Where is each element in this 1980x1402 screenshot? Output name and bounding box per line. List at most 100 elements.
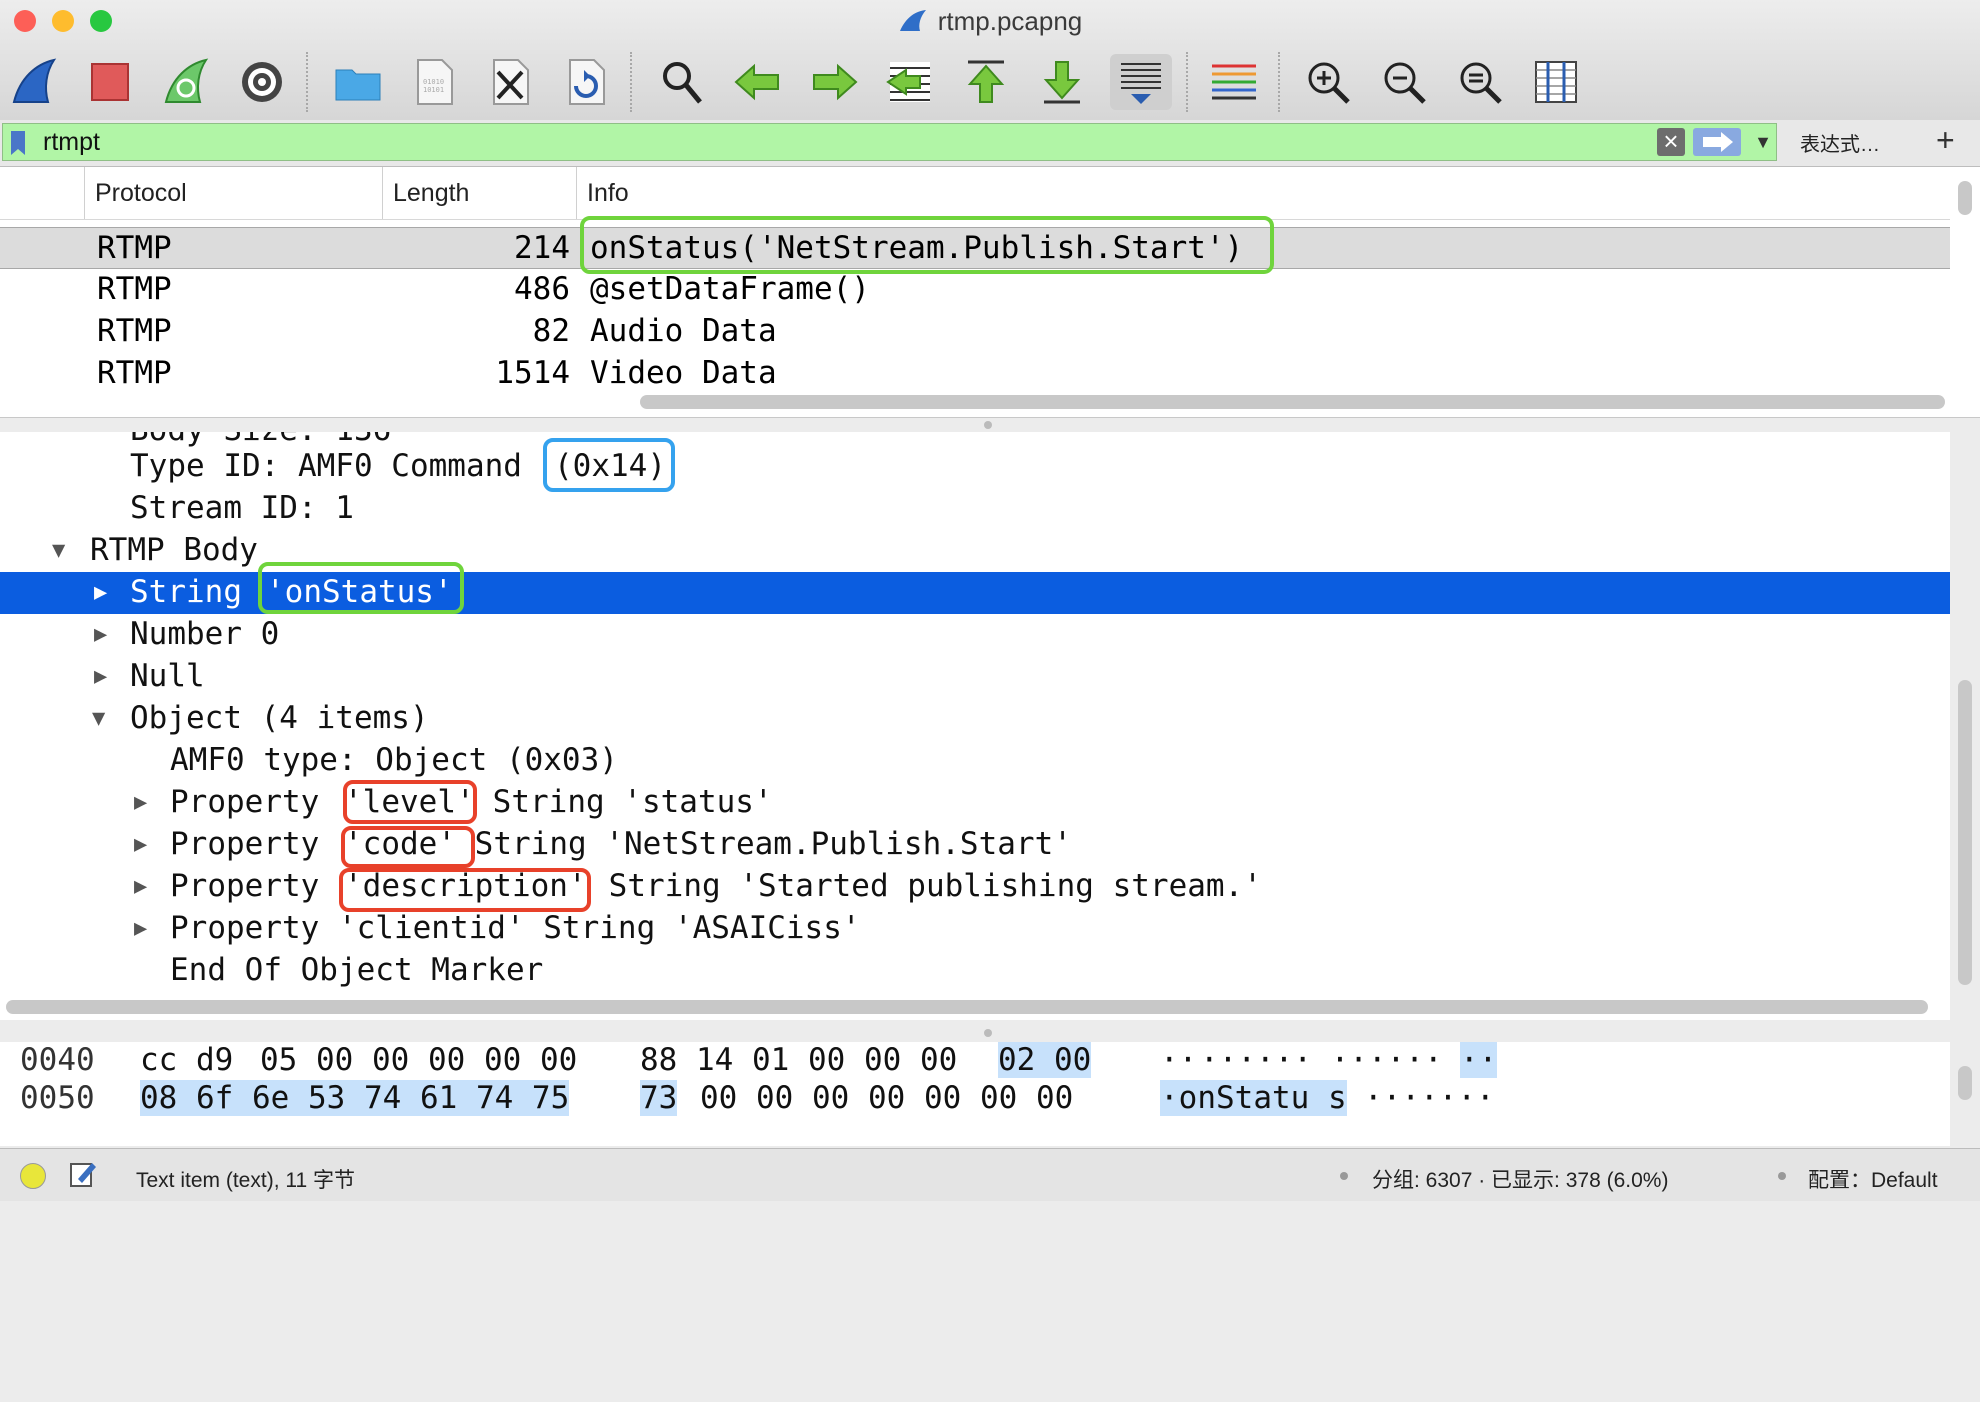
details-vertical-scrollbar[interactable] [1958, 680, 1972, 985]
hex-ascii-selected: ·onStatu s [1160, 1080, 1347, 1116]
packet-length: 214 [514, 230, 570, 266]
packet-row[interactable]: RTMP 1514 Video Data [0, 353, 1950, 395]
pane-splitter[interactable] [0, 1026, 1980, 1040]
packet-protocol: RTMP [97, 271, 172, 307]
save-file-icon[interactable]: 01010 10101 [406, 54, 462, 110]
hex-ascii: ·· [1160, 1042, 1198, 1078]
packet-details-tree: Body Size: 136 Type ID: AMF0 Command (0x… [0, 432, 1950, 1020]
hex-bytes-selected: 73 [640, 1080, 678, 1116]
zoom-out-icon[interactable] [1376, 54, 1432, 110]
expand-arrow-icon[interactable]: ▼ [52, 538, 65, 563]
find-packet-icon[interactable] [654, 54, 710, 110]
resize-columns-icon[interactable] [1528, 54, 1584, 110]
zoom-normal-icon[interactable] [1452, 54, 1508, 110]
packet-length: 486 [514, 271, 570, 307]
hex-row[interactable]: 0040 cc d9 05 00 00 00 00 00 88 14 01 00… [0, 1042, 1950, 1080]
stop-capture-icon[interactable] [82, 54, 138, 110]
tree-item[interactable]: ▶ Property 'level' String 'status' [0, 782, 1950, 824]
start-capture-icon[interactable] [6, 54, 62, 110]
packet-count: 分组: 6307 · 已显示: 378 (6.0%) [1372, 1169, 1669, 1192]
tree-item[interactable]: ▶ Number 0 [0, 614, 1950, 656]
tree-item[interactable]: Type ID: AMF0 Command (0x14) [0, 446, 1950, 488]
profile-label[interactable]: 配置：Default [1808, 1164, 1938, 1194]
details-horizontal-scrollbar[interactable] [6, 1000, 1928, 1014]
hex-bytes-selected: 08 6f 6e 53 74 61 74 75 [140, 1080, 570, 1116]
hex-ascii: ······ ······ [1200, 1042, 1443, 1078]
title-bar: rtmp.pcapng 01010 10101 [0, 0, 1980, 121]
collapse-arrow-icon[interactable]: ▶ [134, 790, 147, 815]
status-bar: Text item (text), 11 字节 分组: 6307 · 已显示: … [0, 1148, 1980, 1201]
colorize-icon[interactable] [1206, 54, 1262, 110]
tree-item[interactable]: ▶ Property 'code' String 'NetStream.Publi… [0, 824, 1950, 866]
tree-item-label: RTMP Body [90, 532, 258, 568]
packet-row[interactable]: RTMP 486 @setDataFrame() [0, 269, 1950, 311]
column-header-length[interactable]: Length [382, 167, 579, 219]
hex-offset: 0040 [20, 1042, 95, 1078]
expression-button[interactable]: 表达式… [1800, 128, 1880, 157]
go-last-icon[interactable] [1034, 54, 1090, 110]
display-filter-input[interactable] [43, 126, 1643, 158]
restart-capture-icon[interactable] [158, 54, 214, 110]
edit-comment-icon[interactable] [68, 1159, 98, 1189]
expert-info-icon[interactable] [20, 1163, 46, 1189]
collapse-arrow-icon[interactable]: ▶ [94, 664, 107, 689]
go-forward-icon[interactable] [806, 54, 862, 110]
tree-item[interactable]: ▶ Property 'description' String 'Started … [0, 866, 1950, 908]
packet-info: @setDataFrame() [590, 271, 870, 307]
zoom-in-icon[interactable] [1300, 54, 1356, 110]
packet-list: Protocol Length Info RTMP 214 onStatus('… [0, 167, 1980, 418]
tree-item-label: Null [130, 658, 205, 694]
expand-arrow-icon[interactable]: ▼ [92, 706, 105, 731]
collapse-arrow-icon[interactable]: ▶ [94, 580, 107, 605]
collapse-arrow-icon[interactable]: ▶ [134, 874, 147, 899]
hex-row[interactable]: 0050 08 6f 6e 53 74 61 74 75 73 00 00 00… [0, 1080, 1950, 1118]
tree-item[interactable]: End Of Object Marker [0, 950, 1950, 992]
highlight-box [580, 216, 1274, 274]
bytes-vertical-scrollbar[interactable] [1958, 1066, 1972, 1100]
apply-filter-icon[interactable] [1693, 128, 1741, 156]
autoscroll-icon[interactable] [1110, 54, 1172, 110]
toolbar-separator [1278, 52, 1282, 112]
hex-bytes: 00 00 00 00 00 00 00 [700, 1080, 1074, 1116]
highlight-box [258, 562, 464, 614]
column-header-protocol[interactable]: Protocol [84, 167, 383, 219]
clear-filter-icon[interactable]: × [1657, 128, 1685, 156]
pane-splitter[interactable] [0, 418, 1980, 432]
packet-list-header: Protocol Length Info [0, 167, 1950, 220]
reload-file-icon[interactable] [558, 54, 614, 110]
tree-item-label: String [130, 574, 261, 610]
tree-item-label: Stream ID: 1 [130, 490, 354, 526]
status-separator-icon [1778, 1172, 1786, 1180]
packet-list-horizontal-scrollbar[interactable] [640, 395, 1945, 409]
collapse-arrow-icon[interactable]: ▶ [134, 916, 147, 941]
packet-info: Audio Data [590, 313, 777, 349]
tree-item[interactable]: ▼ Object (4 items) [0, 698, 1950, 740]
bookmark-icon[interactable] [11, 131, 25, 155]
tree-item-label: AMF0 type: Object (0x03) [170, 742, 618, 778]
tree-item[interactable]: ▶ Property 'clientid' String 'ASAICiss' [0, 908, 1950, 950]
highlight-box [339, 868, 591, 912]
packet-row[interactable]: RTMP 82 Audio Data [0, 311, 1950, 353]
svg-text:10101: 10101 [423, 86, 444, 94]
close-file-icon[interactable] [482, 54, 538, 110]
packet-bytes-pane: 0040 cc d9 05 00 00 00 00 00 88 14 01 00… [0, 1042, 1950, 1146]
tree-item[interactable]: Stream ID: 1 [0, 488, 1950, 530]
add-filter-button[interactable]: + [1936, 122, 1955, 159]
tree-item[interactable]: AMF0 type: Object (0x03) [0, 740, 1950, 782]
highlight-box [343, 780, 477, 824]
packet-info: Video Data [590, 355, 777, 391]
open-file-icon[interactable] [330, 54, 386, 110]
chevron-down-icon[interactable]: ▼ [1751, 130, 1775, 154]
go-first-icon[interactable] [958, 54, 1014, 110]
tree-item[interactable]: ▶ Null [0, 656, 1950, 698]
packet-list-vertical-scrollbar[interactable] [1958, 181, 1972, 215]
window-title: rtmp.pcapng [0, 6, 1980, 37]
collapse-arrow-icon[interactable]: ▶ [134, 832, 147, 857]
hex-bytes-selected: 02 00 [998, 1042, 1092, 1078]
tree-item-label: Property [170, 784, 338, 820]
capture-options-icon[interactable] [234, 54, 290, 110]
go-back-icon[interactable] [730, 54, 786, 110]
column-header-info[interactable]: Info [576, 167, 1947, 219]
collapse-arrow-icon[interactable]: ▶ [94, 622, 107, 647]
go-to-packet-icon[interactable] [882, 54, 938, 110]
